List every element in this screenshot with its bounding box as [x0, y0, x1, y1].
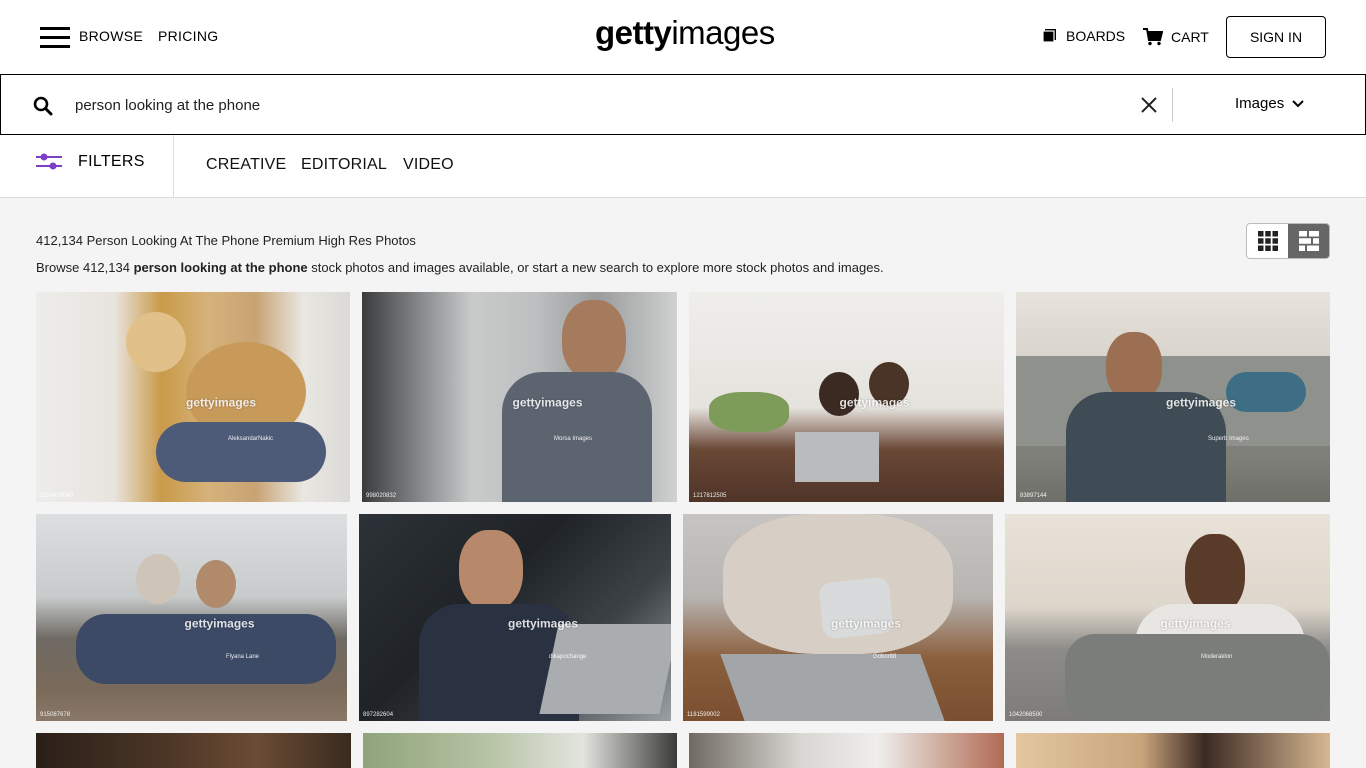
search-icon[interactable]: [33, 96, 53, 116]
mosaic-view-button[interactable]: [1288, 224, 1329, 258]
result-image[interactable]: [1016, 733, 1330, 768]
image-id: 897282604: [363, 712, 394, 718]
logo-light-text: images: [671, 14, 775, 51]
boards-link[interactable]: BOARDS: [1042, 28, 1125, 44]
watermark: gettyimages: [1165, 395, 1237, 410]
desc-prefix: Browse 412,134: [36, 260, 134, 275]
watermark: gettyimages: [839, 395, 910, 410]
tab-creative[interactable]: CREATIVE: [206, 156, 286, 174]
photo-plants: [709, 392, 789, 432]
photo-credit: AleksandarNakic: [228, 436, 274, 442]
getty-logo[interactable]: gettyimages: [595, 14, 775, 52]
photo-credit: Gobor88: [873, 654, 897, 660]
media-type-label: Images: [1235, 95, 1285, 112]
result-image[interactable]: [36, 733, 351, 768]
photo-subject: [459, 530, 523, 610]
cart-icon: [1143, 28, 1163, 46]
watermark: gettyimages: [512, 395, 583, 410]
filters-button[interactable]: FILTERS: [36, 153, 145, 171]
filter-divider: [173, 135, 174, 197]
image-id: 1217812505: [693, 493, 727, 499]
image-id: 83897144: [1020, 493, 1047, 499]
photo-credit: Superb Images: [1208, 436, 1249, 442]
search-divider: [1172, 88, 1173, 122]
photo-laptop: [795, 432, 879, 482]
result-image[interactable]: [363, 733, 677, 768]
results-description: Browse 412,134 person looking at the pho…: [36, 260, 884, 275]
result-image[interactable]: gettyimages AleksandarNakic 1188478540: [36, 292, 350, 502]
site-header: BROWSE PRICING gettyimages BOARDS CART S…: [0, 0, 1366, 74]
mosaic-view-icon: [1298, 231, 1319, 251]
watermark: gettyimages: [507, 616, 579, 631]
tab-editorial[interactable]: EDITORIAL: [301, 156, 387, 174]
result-image[interactable]: gettyimages dikapochange 897282604: [359, 514, 671, 721]
media-type-select[interactable]: Images: [1235, 95, 1304, 112]
photo-subject: [562, 300, 626, 380]
logo-bold-text: getty: [595, 14, 672, 51]
browse-link[interactable]: BROWSE: [79, 28, 143, 44]
photo-sofa: [1065, 634, 1330, 721]
results-title: 412,134 Person Looking At The Phone Prem…: [36, 233, 416, 248]
hamburger-icon[interactable]: [40, 27, 70, 48]
result-image[interactable]: gettyimages Morsa Images 998020832: [362, 292, 677, 502]
photo-laptop: [720, 654, 946, 721]
grid-view-button[interactable]: [1247, 224, 1288, 258]
image-id: 1181599002: [687, 712, 720, 718]
photo-credit: Moderaklon: [1201, 654, 1233, 660]
image-id: 915087678: [40, 712, 71, 718]
filters-label: FILTERS: [78, 153, 145, 170]
photo-laptop: [539, 624, 671, 714]
image-id: 998020832: [366, 493, 397, 499]
grid-view-icon: [1257, 231, 1278, 251]
desc-query: person looking at the phone: [133, 260, 308, 275]
filter-bar: FILTERS CREATIVE EDITORIAL VIDEO: [0, 135, 1366, 198]
photo-subject: [1185, 534, 1245, 614]
image-id: 1188478540: [40, 493, 73, 499]
photo-credit: Morsa Images: [554, 436, 593, 442]
result-image[interactable]: gettyimages Moderaklon 1042068500: [1005, 514, 1330, 721]
photo-jeans: [156, 422, 326, 482]
photo-credit: dikapochange: [549, 654, 587, 660]
watermark: gettyimages: [184, 616, 255, 631]
photo-subject: [136, 554, 180, 604]
cart-link[interactable]: CART: [1143, 28, 1209, 46]
close-icon[interactable]: [1140, 96, 1158, 114]
sign-in-button[interactable]: SIGN IN: [1226, 16, 1326, 58]
boards-icon: [1042, 29, 1056, 43]
photo-pillow: [1226, 372, 1306, 412]
image-id: 1042068500: [1009, 712, 1043, 718]
watermark: gettyimages: [1160, 616, 1231, 631]
result-image[interactable]: gettyimages 1217812505: [689, 292, 1004, 502]
cart-label: CART: [1171, 29, 1209, 45]
result-image[interactable]: [689, 733, 1004, 768]
view-toggle: [1246, 223, 1330, 259]
result-image[interactable]: gettyimages Superb Images 83897144: [1016, 292, 1330, 502]
boards-label: BOARDS: [1066, 28, 1126, 44]
watermark: gettyimages: [830, 616, 902, 631]
pricing-link[interactable]: PRICING: [158, 28, 218, 44]
search-input[interactable]: [75, 93, 1115, 117]
watermark: gettyimages: [185, 395, 257, 410]
result-image[interactable]: gettyimages Gobor88 1181599002: [683, 514, 993, 721]
sliders-icon: [36, 153, 62, 170]
photo-subject: [126, 312, 186, 372]
result-image[interactable]: gettyimages Flyana Lane 915087678: [36, 514, 347, 721]
photo-credit: Flyana Lane: [226, 654, 260, 660]
search-bar: Images: [0, 74, 1366, 135]
desc-suffix: stock photos and images available, or st…: [307, 260, 884, 275]
tab-video[interactable]: VIDEO: [403, 156, 454, 174]
chevron-down-icon: [1292, 99, 1304, 107]
photo-subject-2: [196, 560, 236, 608]
